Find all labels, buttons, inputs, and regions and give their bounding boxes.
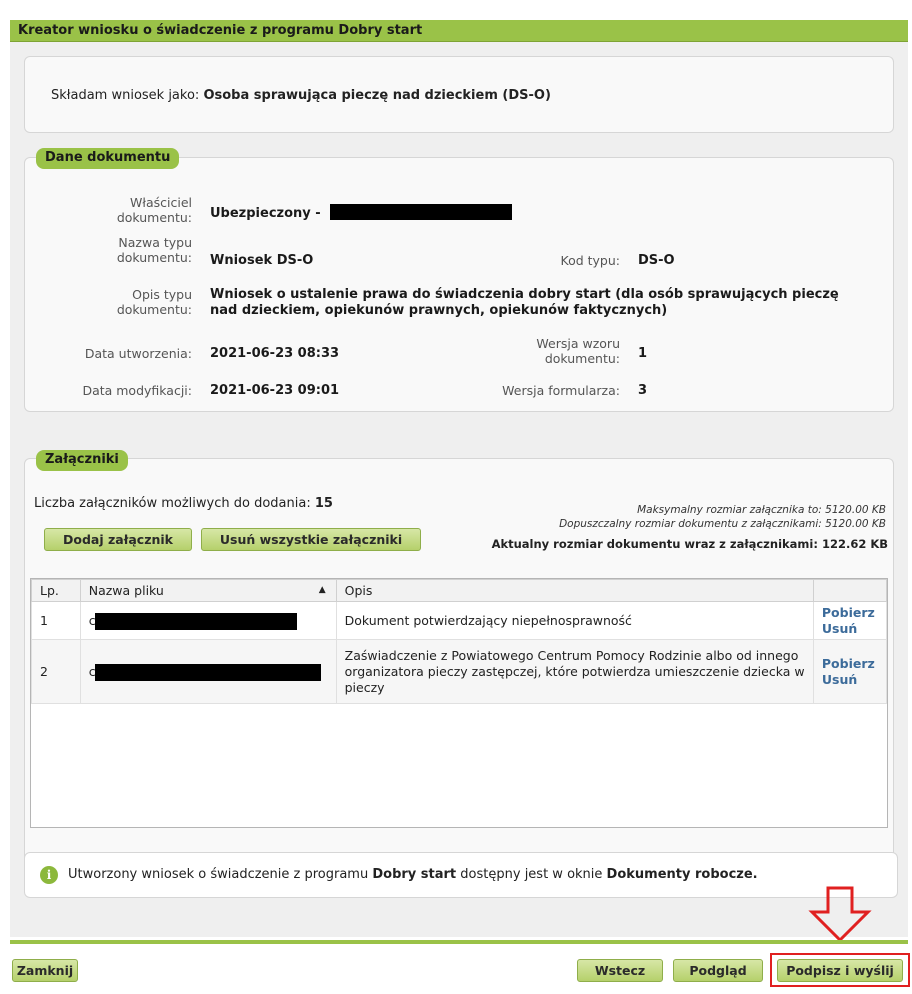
column-actions <box>812 579 888 602</box>
document-data-legend: Dane dokumentu <box>36 148 180 169</box>
applicant-role: Składam wniosek jako: Osoba sprawująca p… <box>51 88 551 103</box>
info-message: Utworzony wniosek o świadczenie z progra… <box>68 867 758 882</box>
column-description[interactable]: Opis <box>335 579 814 602</box>
preview-button[interactable]: Podgląd <box>673 959 763 982</box>
download-link[interactable]: Pobierz <box>822 656 878 672</box>
footer-rule <box>10 940 908 944</box>
max-attachment-size: Maksymalny rozmiar załącznika to: 5120.0… <box>637 504 886 516</box>
close-button[interactable]: Zamknij <box>12 959 78 982</box>
file-name-redaction <box>94 664 321 681</box>
type-name-value: Wniosek DS-O <box>210 253 314 268</box>
row-actions: Pobierz Usuń <box>812 639 888 704</box>
remove-all-attachments-button[interactable]: Usuń wszystkie załączniki <box>201 528 421 551</box>
created-value: 2021-06-23 08:33 <box>210 346 340 361</box>
attachments-count-value: 15 <box>314 496 333 511</box>
applicant-role-value: Osoba sprawująca pieczę nad dzieckiem (D… <box>203 88 551 103</box>
row-actions: Pobierz Usuń <box>812 601 888 640</box>
applicant-role-box: Składam wniosek jako: Osoba sprawująca p… <box>24 56 894 133</box>
form-version-value: 3 <box>638 383 648 398</box>
add-attachment-button[interactable]: Dodaj załącznik <box>44 528 192 551</box>
modified-label: Data modyfikacji: <box>82 383 192 398</box>
row-file-name: c <box>79 639 337 704</box>
type-code-value: DS-O <box>638 253 675 268</box>
attachments-count: Liczba załączników możliwych do dodania:… <box>34 496 333 511</box>
remove-link[interactable]: Usuń <box>822 621 878 637</box>
info-icon: i <box>40 866 58 884</box>
applicant-role-label: Składam wniosek jako: <box>51 88 200 103</box>
type-desc-label: Opis typu dokumentu: <box>116 287 192 317</box>
annotation-arrow-down-icon <box>808 886 872 943</box>
attachments-legend: Załączniki <box>36 450 128 471</box>
current-document-size: Aktualny rozmiar dokumentu wraz z załącz… <box>491 537 888 551</box>
form-version-label: Wersja formularza: <box>502 383 620 398</box>
file-name-redaction <box>94 613 297 630</box>
owner-redaction <box>330 204 512 220</box>
row-file-name: c <box>79 601 337 640</box>
sort-ascending-icon: ▲ <box>318 585 326 595</box>
row-description: Zaświadczenie z Powiatowego Centrum Pomo… <box>335 639 814 704</box>
created-label: Data utworzenia: <box>84 346 192 361</box>
type-name-label: Nazwa typu dokumentu: <box>116 235 192 265</box>
window-title: Kreator wniosku o świadczenie z programu… <box>10 20 908 42</box>
row-lp: 2 <box>31 639 81 704</box>
type-desc-value: Wniosek o ustalenie prawa do świadczenia… <box>210 287 839 318</box>
row-description: Dokument potwierdzający niepełnosprawnoś… <box>335 601 814 640</box>
template-version-value: 1 <box>638 346 648 361</box>
table-row: 2 c Zaświadczenie z Powiatowego Centrum … <box>31 639 888 704</box>
back-button[interactable]: Wstecz <box>577 959 663 982</box>
column-file-name[interactable]: Nazwa pliku ▲ <box>79 579 337 602</box>
remove-link[interactable]: Usuń <box>822 672 878 688</box>
owner-value: Ubezpieczony - <box>210 206 321 221</box>
modified-value: 2021-06-23 09:01 <box>210 383 340 398</box>
attachments-grid: Lp. Nazwa pliku ▲ Opis 1 c Dokument potw… <box>30 578 888 828</box>
template-version-label: Wersja wzoru dokumentu: <box>536 336 620 366</box>
owner-label: Właściciel dokumentu: <box>116 195 192 225</box>
attachments-count-label: Liczba załączników możliwych do dodania: <box>34 496 311 511</box>
max-document-size: Dopuszczalny rozmiar dokumentu z załączn… <box>559 518 886 530</box>
table-row: 1 c Dokument potwierdzający niepełnospra… <box>31 601 888 640</box>
column-lp[interactable]: Lp. <box>31 579 81 602</box>
attachments-table: Lp. Nazwa pliku ▲ Opis 1 c Dokument potw… <box>31 579 888 704</box>
download-link[interactable]: Pobierz <box>822 605 878 621</box>
row-lp: 1 <box>31 601 81 640</box>
sign-and-send-button[interactable]: Podpisz i wyślij <box>777 959 903 982</box>
type-code-label: Kod typu: <box>560 253 621 268</box>
